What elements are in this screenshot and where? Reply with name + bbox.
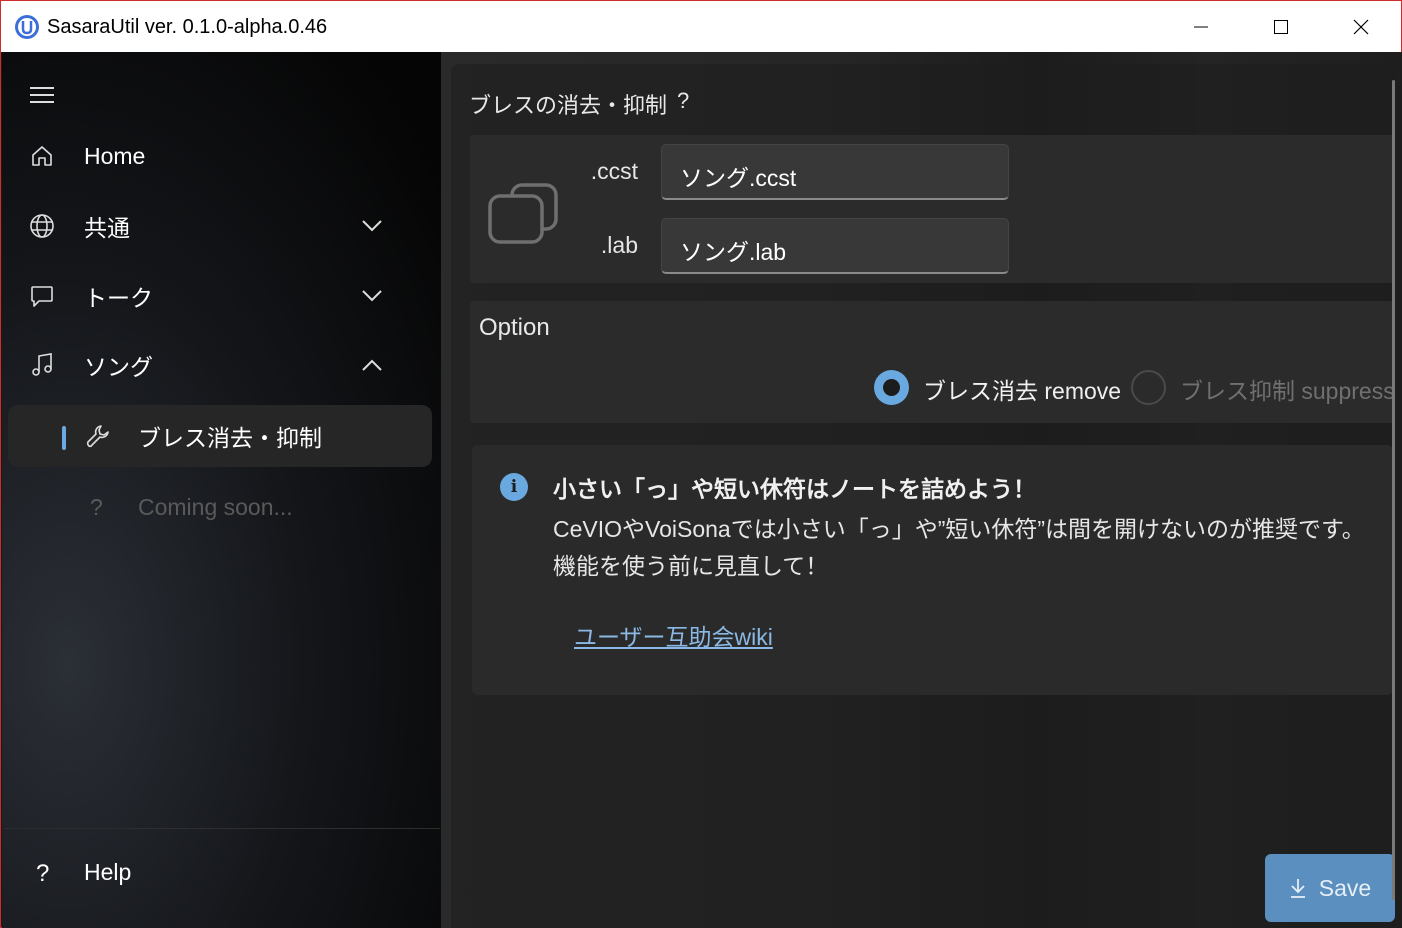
maximize-button[interactable] — [1241, 1, 1321, 52]
sidebar-item-label: Home — [84, 142, 146, 169]
menu-toggle-button[interactable] — [22, 80, 62, 110]
globe-icon — [28, 212, 56, 240]
close-icon — [1353, 19, 1369, 34]
minimize-button[interactable] — [1161, 1, 1241, 52]
question-icon: ? — [90, 493, 103, 520]
option-card: Option ブレス消去 remove ブレス抑制 suppress — [470, 301, 1395, 423]
lab-file-field[interactable]: ソング.lab — [661, 218, 1009, 274]
minimize-icon — [1194, 26, 1208, 27]
sidebar-item-label: Coming soon... — [138, 493, 293, 520]
copy-files-icon[interactable] — [486, 171, 562, 247]
scrollbar[interactable] — [1392, 80, 1395, 900]
hamburger-icon — [30, 87, 54, 103]
wrench-icon — [84, 422, 112, 450]
sidebar-divider — [4, 828, 440, 829]
ccst-file-field[interactable]: ソング.ccst — [661, 144, 1009, 200]
chevron-down-icon[interactable] — [358, 212, 386, 240]
suppress-radio-label[interactable]: ブレス抑制 suppress — [1180, 372, 1395, 406]
sidebar-item-common[interactable]: 共通 — [8, 195, 432, 257]
music-note-icon — [28, 351, 56, 379]
suppress-radio[interactable] — [1131, 370, 1166, 405]
home-icon — [28, 142, 56, 170]
sidebar-item-label: Help — [84, 859, 132, 885]
app-logo-icon — [15, 15, 39, 39]
chat-icon — [28, 282, 56, 310]
sidebar-item-help[interactable]: ? Help — [8, 844, 432, 904]
content-panel: ブレスの消去・抑制 ? .ccst ソング.ccst .lab ソング.lab … — [451, 64, 1395, 928]
maximize-icon — [1274, 19, 1288, 34]
ccst-label: .ccst — [590, 158, 638, 184]
page-title: ブレスの消去・抑制 — [469, 93, 668, 118]
sidebar-item-talk[interactable]: トーク — [8, 265, 432, 327]
option-title: Option — [479, 314, 550, 341]
info-icon: i — [500, 473, 528, 501]
help-icon[interactable]: ? — [677, 88, 689, 114]
app-window: SasaraUtil ver. 0.1.0-alpha.0.46 Home 共通… — [0, 0, 1402, 928]
chevron-down-icon[interactable] — [358, 282, 386, 310]
chevron-up-icon[interactable] — [358, 351, 386, 379]
sidebar-item-home[interactable]: Home — [8, 125, 432, 187]
save-button[interactable]: Save — [1265, 854, 1395, 922]
close-button[interactable] — [1321, 1, 1401, 52]
sidebar-item-label: ソング — [84, 354, 153, 380]
sidebar-item-label: 共通 — [84, 215, 130, 241]
sidebar-item-breath[interactable]: ブレス消去・抑制 — [8, 405, 432, 467]
title-bar: SasaraUtil ver. 0.1.0-alpha.0.46 — [1, 1, 1401, 52]
window-title: SasaraUtil ver. 0.1.0-alpha.0.46 — [47, 16, 328, 38]
sidebar-item-label: ブレス消去・抑制 — [138, 425, 322, 451]
save-label: Save — [1318, 874, 1372, 901]
remove-radio[interactable] — [874, 370, 909, 405]
sidebar: Home 共通 トーク ソング ブレス消去・抑制 ? Coming soon..… — [2, 52, 441, 928]
info-bar: i 小さい「っ」や短い休符はノートを詰めよう！ CeVIOやVoiSonaでは小… — [472, 445, 1393, 695]
info-message: CeVIOやVoiSonaでは小さい「っ」や”短い休符”は間を開けないのが推奨で… — [553, 516, 1365, 579]
sidebar-item-label: トーク — [84, 285, 153, 311]
question-icon: ? — [36, 860, 50, 887]
file-inputs-card: .ccst ソング.ccst .lab ソング.lab — [470, 135, 1395, 283]
download-icon — [1290, 879, 1305, 898]
remove-radio-label[interactable]: ブレス消去 remove — [923, 372, 1121, 406]
sidebar-item-coming-soon: ? Coming soon... — [8, 476, 432, 538]
lab-label: .lab — [600, 232, 638, 258]
sidebar-item-song[interactable]: ソング — [8, 334, 432, 396]
info-title: 小さい「っ」や短い休符はノートを詰めよう！ — [553, 476, 1036, 502]
wiki-link[interactable]: ユーザー互助会wiki — [574, 618, 773, 652]
main-content: ブレスの消去・抑制 ? .ccst ソング.ccst .lab ソング.lab … — [441, 52, 1402, 928]
selection-indicator — [62, 426, 66, 450]
